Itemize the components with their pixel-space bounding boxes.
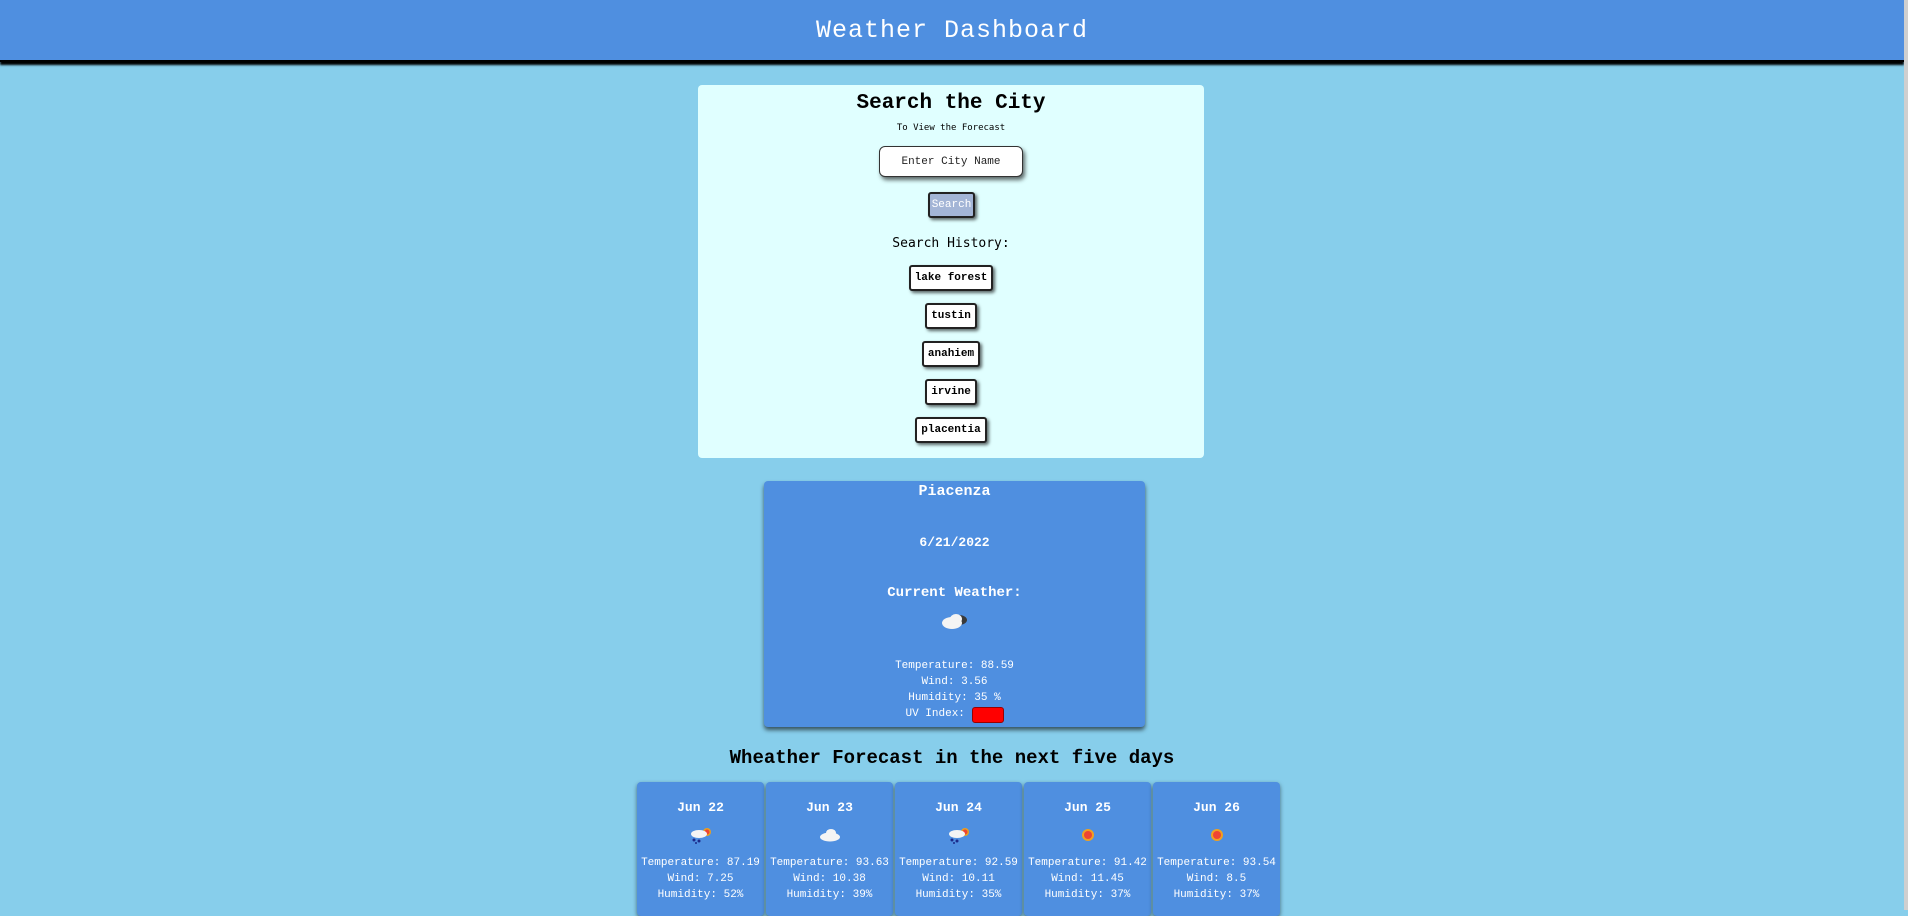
current-humidity: Humidity: 35 % bbox=[908, 692, 1001, 704]
search-button[interactable]: Search bbox=[928, 192, 975, 218]
forecast-temperature: Temperature: 92.59 bbox=[899, 857, 1018, 869]
forecast-stats: Temperature: 93.63 Wind: 10.38 Humidity:… bbox=[766, 855, 893, 903]
forecast-wind: Wind: 10.11 bbox=[922, 873, 995, 885]
sun-icon bbox=[1024, 826, 1151, 844]
forecast-date: Jun 25 bbox=[1064, 800, 1111, 815]
sun-icon bbox=[1153, 826, 1280, 844]
search-subtitle: To View the Forecast bbox=[896, 123, 1006, 133]
forecast-card: Jun 24 Temperature: 92.59 Wind: 10.11 Hu… bbox=[895, 782, 1022, 916]
current-wind: Wind: 3.56 bbox=[921, 676, 988, 688]
forecast-humidity: Humidity: 37% bbox=[1173, 889, 1260, 901]
forecast-temperature: Temperature: 93.63 bbox=[770, 857, 889, 869]
forecast-humidity: Humidity: 52% bbox=[657, 889, 744, 901]
forecast-date: Jun 24 bbox=[935, 800, 982, 815]
cloud-icon bbox=[766, 826, 893, 844]
history-button-irvine[interactable]: irvine bbox=[925, 379, 977, 405]
history-button-anahiem[interactable]: anahiem bbox=[921, 341, 981, 367]
forecast-row: Jun 22 Temperature: 87.19 Wind: 7.25 Hum… bbox=[637, 782, 1280, 916]
forecast-date: Jun 23 bbox=[806, 800, 853, 815]
current-temperature: Temperature: 88.59 bbox=[895, 660, 1014, 672]
forecast-temperature: Temperature: 91.42 bbox=[1028, 857, 1147, 869]
forecast-date: Jun 22 bbox=[677, 800, 724, 815]
rain-sun-icon bbox=[895, 826, 1022, 844]
city-search-input[interactable] bbox=[879, 146, 1023, 177]
search-history-list: lake forest tustin anahiem irvine placen… bbox=[698, 265, 1204, 443]
forecast-stats: Temperature: 93.54 Wind: 8.5 Humidity: 3… bbox=[1153, 855, 1280, 903]
history-button-tustin[interactable]: tustin bbox=[925, 303, 977, 329]
current-stats: Temperature: 88.59 Wind: 3.56 Humidity: … bbox=[764, 658, 1145, 723]
forecast-wind: Wind: 10.38 bbox=[793, 873, 866, 885]
search-panel: Search the City To View the Forecast Sea… bbox=[698, 85, 1204, 458]
forecast-title: Wheather Forecast in the next five days bbox=[729, 747, 1175, 769]
forecast-card: Jun 22 Temperature: 87.19 Wind: 7.25 Hum… bbox=[637, 782, 764, 916]
forecast-wind: Wind: 11.45 bbox=[1051, 873, 1124, 885]
forecast-stats: Temperature: 87.19 Wind: 7.25 Humidity: … bbox=[637, 855, 764, 903]
current-uv-row: UV Index: 9.06 bbox=[764, 706, 1145, 723]
rain-sun-icon bbox=[637, 826, 764, 844]
history-button-lake-forest[interactable]: lake forest bbox=[908, 265, 994, 291]
current-weather-heading: Current Weather: bbox=[887, 585, 1022, 601]
forecast-humidity: Humidity: 39% bbox=[786, 889, 873, 901]
forecast-wind: Wind: 8.5 bbox=[1186, 873, 1247, 885]
forecast-temperature: Temperature: 87.19 bbox=[641, 857, 760, 869]
forecast-temperature: Temperature: 93.54 bbox=[1157, 857, 1276, 869]
cloudy-icon bbox=[764, 611, 1145, 633]
forecast-humidity: Humidity: 35% bbox=[915, 889, 1002, 901]
search-history-label: Search History: bbox=[892, 236, 1010, 251]
scrollbar[interactable] bbox=[1904, 0, 1908, 910]
current-weather-card: Piacenza 6/21/2022 Current Weather: Temp… bbox=[764, 481, 1145, 727]
forecast-card: Jun 26 Temperature: 93.54 Wind: 8.5 Humi… bbox=[1153, 782, 1280, 916]
forecast-card: Jun 23 Temperature: 93.63 Wind: 10.38 Hu… bbox=[766, 782, 893, 916]
forecast-date: Jun 26 bbox=[1193, 800, 1240, 815]
forecast-stats: Temperature: 91.42 Wind: 11.45 Humidity:… bbox=[1024, 855, 1151, 903]
app-header: Weather Dashboard bbox=[0, 0, 1904, 62]
forecast-humidity: Humidity: 37% bbox=[1044, 889, 1131, 901]
current-date: 6/21/2022 bbox=[919, 535, 990, 550]
uv-index-badge: 9.06 bbox=[971, 707, 1004, 723]
uv-label: UV Index: bbox=[905, 708, 972, 720]
forecast-stats: Temperature: 92.59 Wind: 10.11 Humidity:… bbox=[895, 855, 1022, 903]
forecast-card: Jun 25 Temperature: 91.42 Wind: 11.45 Hu… bbox=[1024, 782, 1151, 916]
history-button-placentia[interactable]: placentia bbox=[915, 417, 987, 443]
page-title: Weather Dashboard bbox=[815, 15, 1089, 45]
current-city: Piacenza bbox=[918, 483, 991, 500]
forecast-wind: Wind: 7.25 bbox=[667, 873, 734, 885]
search-title: Search the City bbox=[856, 92, 1046, 115]
